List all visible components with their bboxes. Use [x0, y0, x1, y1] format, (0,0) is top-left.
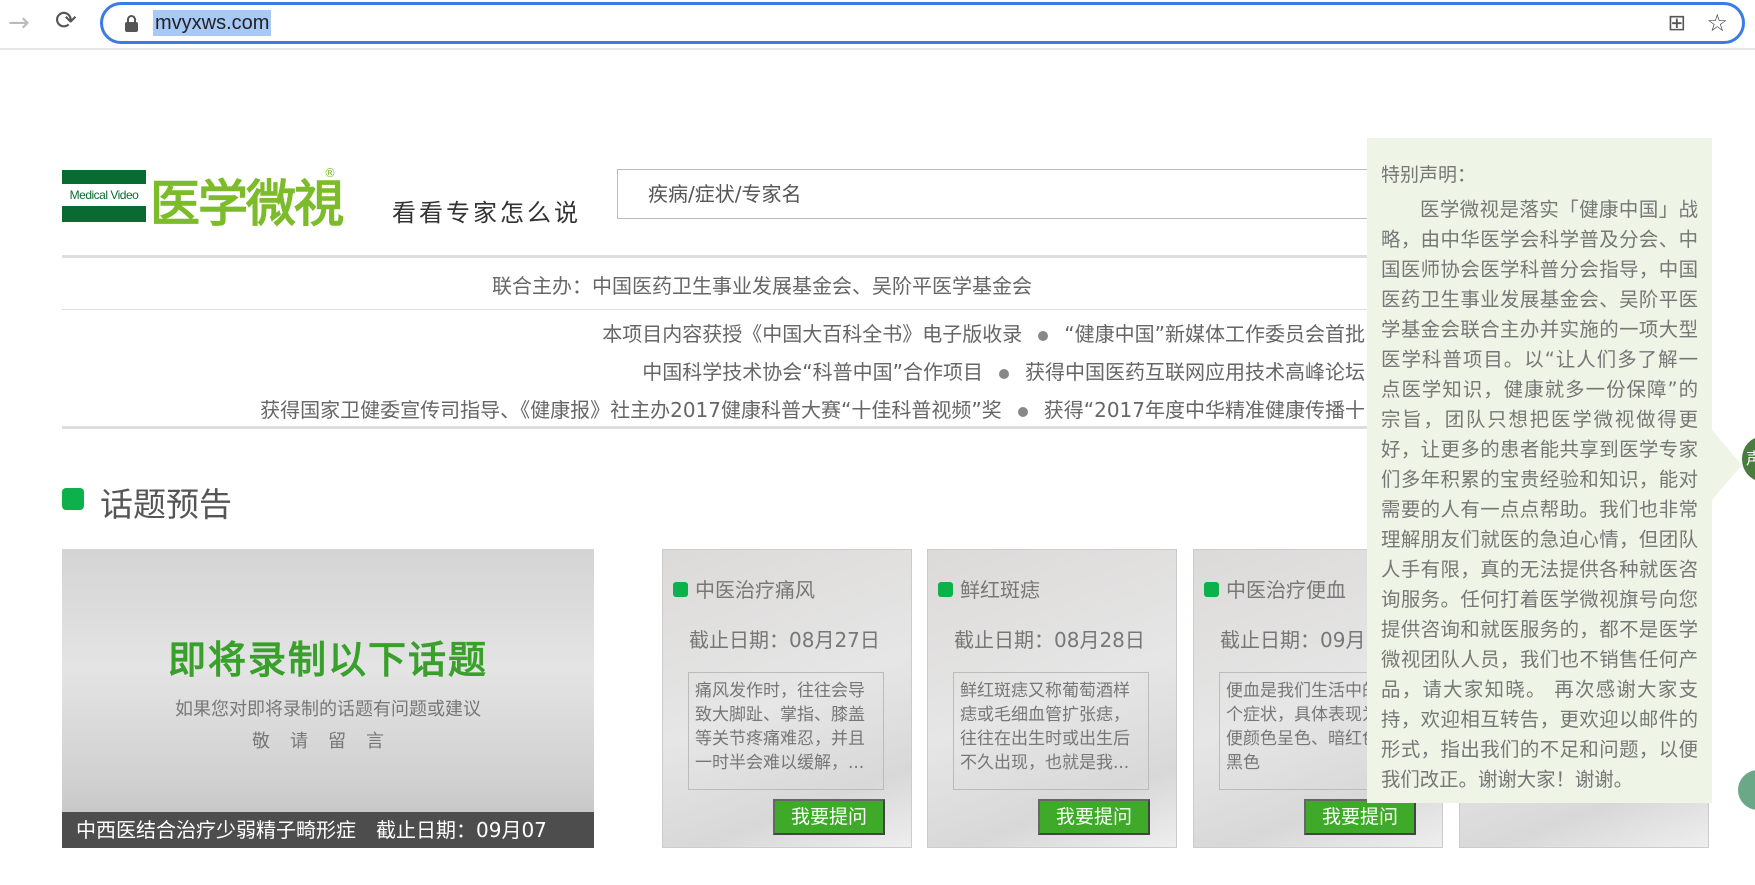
- notice-panel: 特别声明： 医学微视是落实「健康中国」战略，由中华医学会科学普及分会、中国医师协…: [1367, 138, 1712, 803]
- notice-title: 特别声明：: [1381, 164, 1477, 186]
- honor-line: 中国科学技术协会“科普中国”合作项目 获得中国医药互联网应用技术高峰论坛: [642, 356, 1365, 385]
- honor-text: 中国科学技术协会“科普中国”合作项目: [642, 360, 983, 384]
- card-title[interactable]: 鲜红斑痣: [960, 574, 1040, 603]
- qr-code-icon[interactable]: ⊞: [1668, 11, 1686, 36]
- topic-card: 鲜红斑痣 截止日期：08月28日 鲜红斑痣又称葡萄酒样痣或毛细血管扩张痣，往往在…: [927, 549, 1177, 848]
- card-deadline: 截止日期：08月27日: [689, 628, 880, 652]
- card-deadline: 截止日期：08月28日: [954, 628, 1145, 652]
- honor-line: 本项目内容获授《中国大百科全书》电子版收录 “健康中国”新媒体工作委员会首批: [602, 318, 1365, 347]
- honor-text: 获得国家卫健委宣传司指导、《健康报》社主办2017健康科普大赛“十佳科普视频”奖: [260, 398, 1002, 422]
- ask-question-button[interactable]: 我要提问: [1304, 799, 1416, 835]
- url-text[interactable]: mvyxws.com: [153, 10, 272, 36]
- featured-caption[interactable]: 中西医结合治疗少弱精子畸形症 截止日期：09月07: [62, 812, 594, 848]
- bullet-icon: [1017, 406, 1028, 417]
- section-title: 话题预告: [100, 485, 232, 524]
- card-description: 痛风发作时，往往会导致大脚趾、掌指、膝盖等关节疼痛难忍，并且一时半会难以缓解，.…: [688, 672, 884, 790]
- registered-mark: ®: [324, 166, 336, 180]
- browser-toolbar: → ⟳ mvyxws.com ⊞ ☆: [0, 0, 1755, 50]
- section-square-icon: [62, 488, 84, 510]
- search-box[interactable]: [617, 169, 1417, 219]
- logo-cn[interactable]: 医学微視: [150, 164, 344, 236]
- address-bar[interactable]: mvyxws.com ⊞ ☆: [100, 2, 1745, 44]
- honor-text: 获得中国医药互联网应用技术高峰论坛: [1025, 360, 1365, 384]
- green-square-icon: [938, 582, 953, 597]
- bullet-icon: [1038, 330, 1049, 341]
- notice-body: 医学微视是落实「健康中国」战略，由中华医学会科学普及分会、中国医师协会医学科普分…: [1381, 198, 1698, 791]
- ask-question-button[interactable]: 我要提问: [1038, 799, 1150, 835]
- chat-icon[interactable]: [1738, 770, 1755, 810]
- bullet-icon: [999, 368, 1009, 379]
- featured-headline: 即将录制以下话题: [167, 638, 488, 682]
- logo[interactable]: Medical Video: [62, 170, 146, 222]
- card-deadline: 截止日期：09月: [1220, 628, 1366, 652]
- featured-sub2: 敬请留言: [252, 731, 404, 752]
- honor-text: 本项目内容获授《中国大百科全书》电子版收录: [602, 322, 1023, 346]
- search-input[interactable]: [618, 170, 1416, 218]
- lock-icon[interactable]: [125, 15, 138, 32]
- featured-sub: 如果您对即将录制的话题有问题或建议: [175, 699, 481, 720]
- honor-text: 获得“2017年度中华精准健康传播十: [1043, 398, 1365, 422]
- slogan: 看看专家怎么说: [392, 199, 581, 227]
- card-description: 鲜红斑痣又称葡萄酒样痣或毛细血管扩张痣，往往在出生时或出生后不久出现，也就是我.…: [953, 672, 1149, 790]
- honor-line: 获得国家卫健委宣传司指导、《健康报》社主办2017健康科普大赛“十佳科普视频”奖…: [260, 394, 1365, 423]
- ask-question-button[interactable]: 我要提问: [773, 799, 885, 835]
- green-square-icon: [673, 582, 688, 597]
- logo-en: Medical Video: [62, 184, 146, 206]
- card-title[interactable]: 中医治疗便血: [1226, 574, 1346, 603]
- reload-icon[interactable]: ⟳: [55, 6, 77, 36]
- cohost-text: 联合主办：中国医药卫生事业发展基金会、吴阶平医学基金会: [492, 274, 1032, 298]
- bookmark-star-icon[interactable]: ☆: [1706, 9, 1728, 37]
- back-arrow-icon[interactable]: →: [8, 8, 30, 38]
- card-title[interactable]: 中医治疗痛风: [695, 574, 815, 603]
- honor-text: “健康中国”新媒体工作委员会首批: [1064, 322, 1365, 346]
- green-square-icon: [1204, 582, 1219, 597]
- featured-topic[interactable]: 即将录制以下话题 如果您对即将录制的话题有问题或建议 敬请留言 中西医结合治疗少…: [62, 549, 594, 848]
- notice-tab-button[interactable]: 声: [1742, 437, 1755, 481]
- panel-pointer: [1712, 430, 1742, 500]
- topic-card: 中医治疗痛风 截止日期：08月27日 痛风发作时，往往会导致大脚趾、掌指、膝盖等…: [662, 549, 912, 848]
